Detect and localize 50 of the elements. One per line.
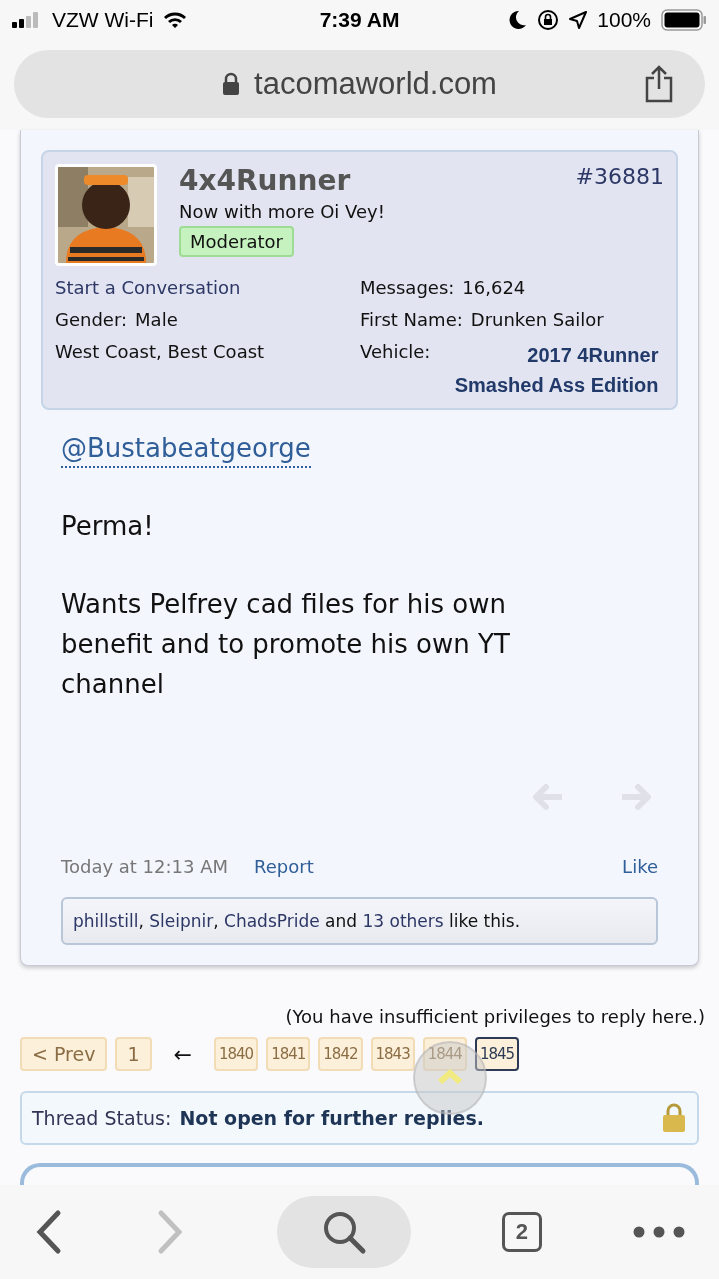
like-link[interactable]: Like: [622, 856, 658, 877]
page-link[interactable]: 1841: [266, 1037, 311, 1071]
clock-time: 7:39 AM: [319, 8, 400, 32]
status-label: Thread Status:: [32, 1107, 172, 1129]
report-link[interactable]: Report: [254, 856, 314, 877]
battery-icon: [661, 9, 707, 31]
page-link[interactable]: 1842: [318, 1037, 363, 1071]
more-icon[interactable]: [633, 1226, 685, 1238]
location-text: West Coast, Best Coast: [55, 340, 265, 364]
share-icon[interactable]: [643, 65, 675, 103]
user-link[interactable]: ChadsPride: [224, 911, 320, 931]
status-value: Not open for further replies.: [179, 1107, 484, 1129]
post-date: Today at 12:13 AM: [61, 856, 229, 877]
location-icon: [569, 11, 588, 29]
page-link[interactable]: 1843: [370, 1037, 415, 1071]
moon-icon: [509, 10, 528, 30]
wifi-icon: [163, 11, 188, 29]
user-link[interactable]: Sleipnir: [149, 911, 214, 931]
address-bar[interactable]: tacomaworld.com: [14, 50, 705, 118]
username[interactable]: 4x4Runner: [179, 164, 351, 197]
post-text: Wants Pelfrey cad files for his own benefit and to promote his own YT channel: [61, 588, 511, 701]
info-value: Male: [135, 308, 178, 332]
page-link[interactable]: 1845: [474, 1037, 520, 1071]
post-text: Perma!: [61, 510, 155, 543]
moderator-badge: Moderator: [179, 226, 294, 257]
vehicle-link[interactable]: 2017 4Runner Smashed Ass Edition: [438, 340, 659, 400]
rotation-lock-icon: [537, 9, 560, 31]
tabs-button[interactable]: 2: [501, 1212, 542, 1252]
user-title: Now with more Oi Vey!: [179, 201, 385, 222]
mention-link[interactable]: @Bustabeatgeorge: [61, 430, 311, 468]
lock-icon: [222, 72, 241, 96]
info-label: Messages:: [360, 276, 455, 300]
conversation-link[interactable]: Start a Conversation: [55, 276, 241, 300]
page-link[interactable]: 1: [115, 1037, 152, 1071]
battery-text: 100%: [597, 8, 651, 32]
post-number[interactable]: #36881: [575, 164, 664, 197]
info-label: First Name:: [360, 308, 463, 332]
likes-sentence: phillstill, Sleipnir, ChadsPride and 13 others like this.: [73, 911, 521, 931]
info-value: 16,624: [462, 276, 526, 300]
padlock-icon: [661, 1103, 687, 1133]
privileges-note: (You have insufficient privileges to reply here.): [284, 1005, 705, 1029]
user-link[interactable]: phillstill: [73, 911, 139, 931]
carrier-text: VZW Wi-Fi: [52, 8, 154, 32]
info-value: Drunken Sailor: [470, 308, 604, 332]
page-link[interactable]: 1840: [213, 1037, 259, 1071]
others-link[interactable]: 13 others: [362, 911, 444, 931]
info-label: Gender:: [55, 308, 128, 332]
skip-arrow: ←: [173, 1041, 192, 1067]
prev-page-link[interactable]: < Prev: [20, 1037, 108, 1071]
info-label: Vehicle:: [360, 340, 431, 364]
